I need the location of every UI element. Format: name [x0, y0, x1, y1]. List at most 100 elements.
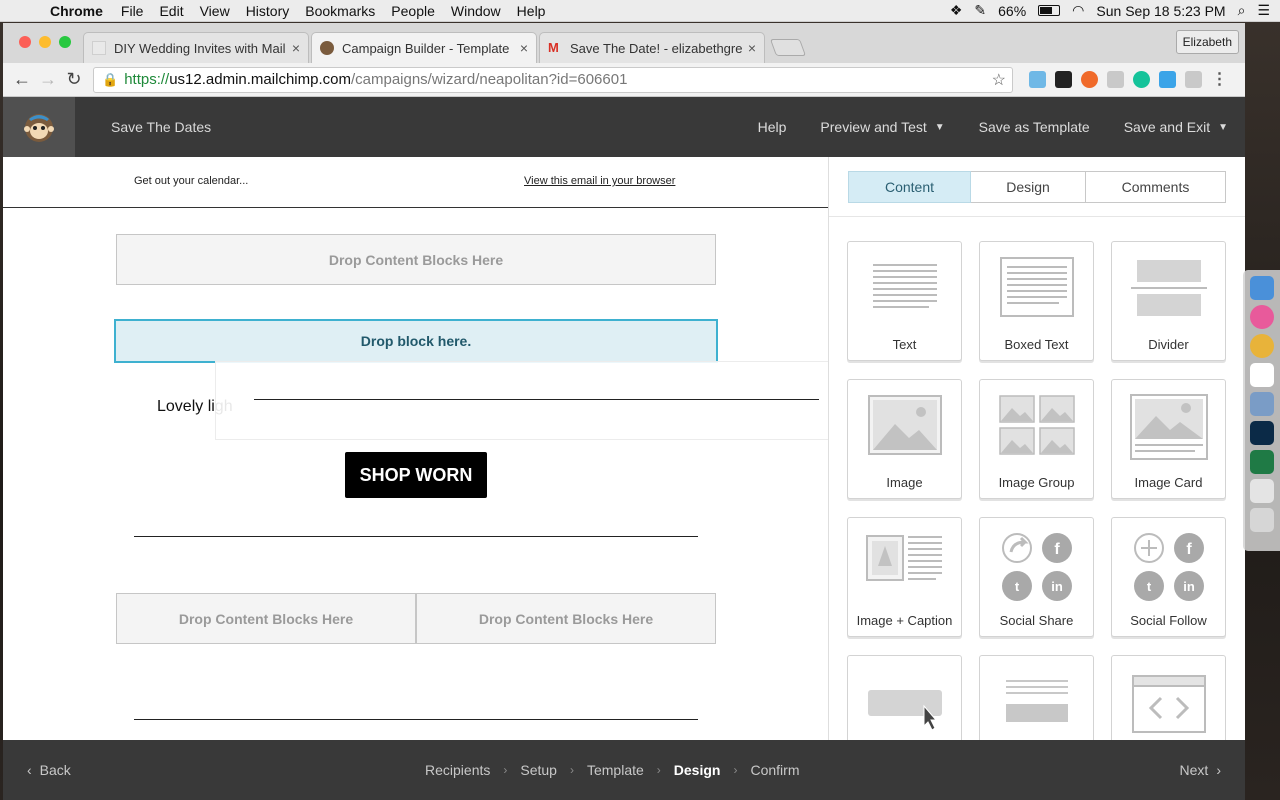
chrome-menu-icon[interactable]: ⋮ — [1211, 71, 1228, 88]
campaign-wizard-bar: ‹ Back Recipients › Setup › Template › D… — [3, 740, 1245, 800]
dragged-block-ghost[interactable] — [215, 361, 828, 440]
browser-tab-gmail[interactable]: M Save The Date! - elizabethgree × — [539, 32, 765, 63]
close-tab-icon[interactable]: × — [748, 40, 756, 56]
block-text[interactable]: Text — [847, 241, 962, 361]
profile-button[interactable]: Elizabeth — [1175, 30, 1239, 54]
save-exit-label: Save and Exit — [1123, 119, 1211, 135]
wifi-icon[interactable]: ◠ — [1072, 2, 1084, 19]
block-label: Social Follow — [1130, 613, 1207, 628]
bookmark-star-icon[interactable]: ☆ — [992, 70, 1006, 90]
image-card-icon — [1112, 394, 1225, 460]
block-boxed-text[interactable]: Boxed Text — [979, 241, 1094, 361]
menu-bookmarks[interactable]: Bookmarks — [297, 3, 383, 19]
back-button[interactable]: ‹ Back — [27, 762, 71, 778]
block-image-group[interactable]: Image Group — [979, 379, 1094, 499]
evernote-icon[interactable]: ✎ — [974, 2, 986, 19]
shop-worn-button[interactable]: SHOP WORN — [345, 452, 487, 498]
menu-people[interactable]: People — [383, 3, 443, 19]
block-social-share[interactable]: f t in Social Share — [979, 517, 1094, 637]
menu-history[interactable]: History — [238, 3, 298, 19]
button-block-icon — [848, 686, 961, 730]
next-button[interactable]: Next › — [1180, 762, 1221, 778]
excel-icon[interactable] — [1249, 450, 1274, 474]
step-recipients[interactable]: Recipients — [425, 762, 490, 778]
calendar-icon[interactable] — [1249, 363, 1274, 387]
extension-puzzle-icon[interactable] — [1107, 71, 1124, 88]
browser-tab-diy-invites[interactable]: DIY Wedding Invites with Mailc × — [83, 32, 309, 63]
drop-zone-header[interactable]: Drop Content Blocks Here — [116, 234, 716, 285]
help-link[interactable]: Help — [741, 119, 804, 135]
extension-grammarly-icon[interactable] — [1133, 71, 1150, 88]
mailchimp-favicon-icon — [320, 41, 334, 55]
save-as-template-button[interactable]: Save as Template — [962, 119, 1107, 135]
browser-toolbar: ← → ↻ 🔒 https:// us12.admin.mailchimp.co… — [3, 63, 1245, 97]
extension-owl-icon[interactable] — [1055, 71, 1072, 88]
menu-app-name[interactable]: Chrome — [44, 3, 113, 19]
menu-file[interactable]: File — [113, 3, 152, 19]
new-tab-button[interactable] — [769, 39, 807, 56]
block-divider[interactable]: Divider — [1111, 241, 1226, 361]
finder-icon[interactable] — [1249, 276, 1274, 300]
mailchimp-logo-icon[interactable] — [3, 97, 75, 157]
documents-folder-icon[interactable] — [1249, 479, 1274, 503]
chevron-right-icon: › — [503, 763, 508, 777]
extension-iq-icon[interactable] — [1159, 71, 1176, 88]
block-image-caption[interactable]: Image + Caption — [847, 517, 962, 637]
forward-arrow-icon[interactable]: → — [35, 69, 61, 90]
zoom-window-button[interactable] — [59, 36, 71, 48]
block-image[interactable]: Image — [847, 379, 962, 499]
drop-block-target[interactable]: Drop block here. — [114, 319, 718, 363]
preview-icon[interactable] — [1249, 392, 1274, 416]
back-arrow-icon[interactable]: ← — [9, 69, 35, 90]
browser-tab-campaign-builder[interactable]: Campaign Builder - Template D × — [311, 32, 537, 63]
menu-edit[interactable]: Edit — [151, 3, 191, 19]
tab-content[interactable]: Content — [848, 171, 971, 203]
block-social-follow[interactable]: f t in Social Follow — [1111, 517, 1226, 637]
battery-icon[interactable] — [1038, 5, 1061, 16]
step-setup[interactable]: Setup — [520, 762, 557, 778]
preview-test-menu[interactable]: Preview and Test ▼ — [803, 119, 961, 135]
campaign-title[interactable]: Save The Dates — [111, 119, 211, 135]
save-and-exit-menu[interactable]: Save and Exit ▼ — [1107, 119, 1245, 135]
block-label: Image + Caption — [856, 613, 953, 628]
menu-view[interactable]: View — [192, 3, 238, 19]
step-confirm[interactable]: Confirm — [750, 762, 799, 778]
tab-design[interactable]: Design — [971, 171, 1086, 203]
minimize-window-button[interactable] — [39, 36, 51, 48]
menu-window[interactable]: Window — [443, 3, 509, 19]
url-path: /campaigns/wizard/neapolitan?id=606601 — [350, 71, 628, 88]
view-in-browser-link[interactable]: View this email in your browser — [524, 175, 675, 187]
extension-pinterest-icon[interactable] — [1029, 71, 1046, 88]
extension-bookmark-icon[interactable] — [1185, 71, 1202, 88]
photoshop-icon[interactable] — [1249, 421, 1274, 445]
block-image-card[interactable]: Image Card — [1111, 379, 1226, 499]
close-tab-icon[interactable]: × — [520, 40, 528, 56]
text-lines-icon — [848, 256, 961, 316]
url-scheme: https:// — [124, 71, 170, 88]
itunes-icon[interactable] — [1249, 305, 1274, 329]
extension-fire-icon[interactable] — [1081, 71, 1098, 88]
drop-zone-column-right[interactable]: Drop Content Blocks Here — [416, 593, 716, 644]
block-label: Image Card — [1134, 475, 1203, 490]
social-follow-icon: f t in — [1112, 532, 1225, 602]
close-window-button[interactable] — [19, 36, 31, 48]
notification-center-icon[interactable]: ☰ — [1257, 2, 1270, 19]
address-bar[interactable]: 🔒 https:// us12.admin.mailchimp.com /cam… — [93, 66, 1013, 93]
spotlight-search-icon[interactable]: ⌕ — [1238, 2, 1246, 19]
reload-icon[interactable]: ↻ — [61, 69, 87, 90]
step-design[interactable]: Design — [674, 762, 721, 778]
clock[interactable]: Sun Sep 18 5:23 PM — [1096, 3, 1225, 19]
chrome-dock-icon[interactable] — [1249, 334, 1274, 358]
boxed-text-icon — [980, 256, 1093, 318]
tab-comments[interactable]: Comments — [1086, 171, 1226, 203]
drop-zone-column-left[interactable]: Drop Content Blocks Here — [116, 593, 416, 644]
battery-percent[interactable]: 66% — [998, 3, 1026, 19]
step-template[interactable]: Template — [587, 762, 644, 778]
chevron-down-icon: ▼ — [934, 121, 945, 133]
dropbox-icon[interactable]: ❖ — [950, 2, 963, 19]
close-tab-icon[interactable]: × — [292, 40, 300, 56]
menu-help[interactable]: Help — [509, 3, 554, 19]
trash-icon[interactable] — [1249, 508, 1274, 532]
preheader-text[interactable]: Get out your calendar... — [134, 175, 248, 187]
block-label: Text — [892, 337, 917, 352]
